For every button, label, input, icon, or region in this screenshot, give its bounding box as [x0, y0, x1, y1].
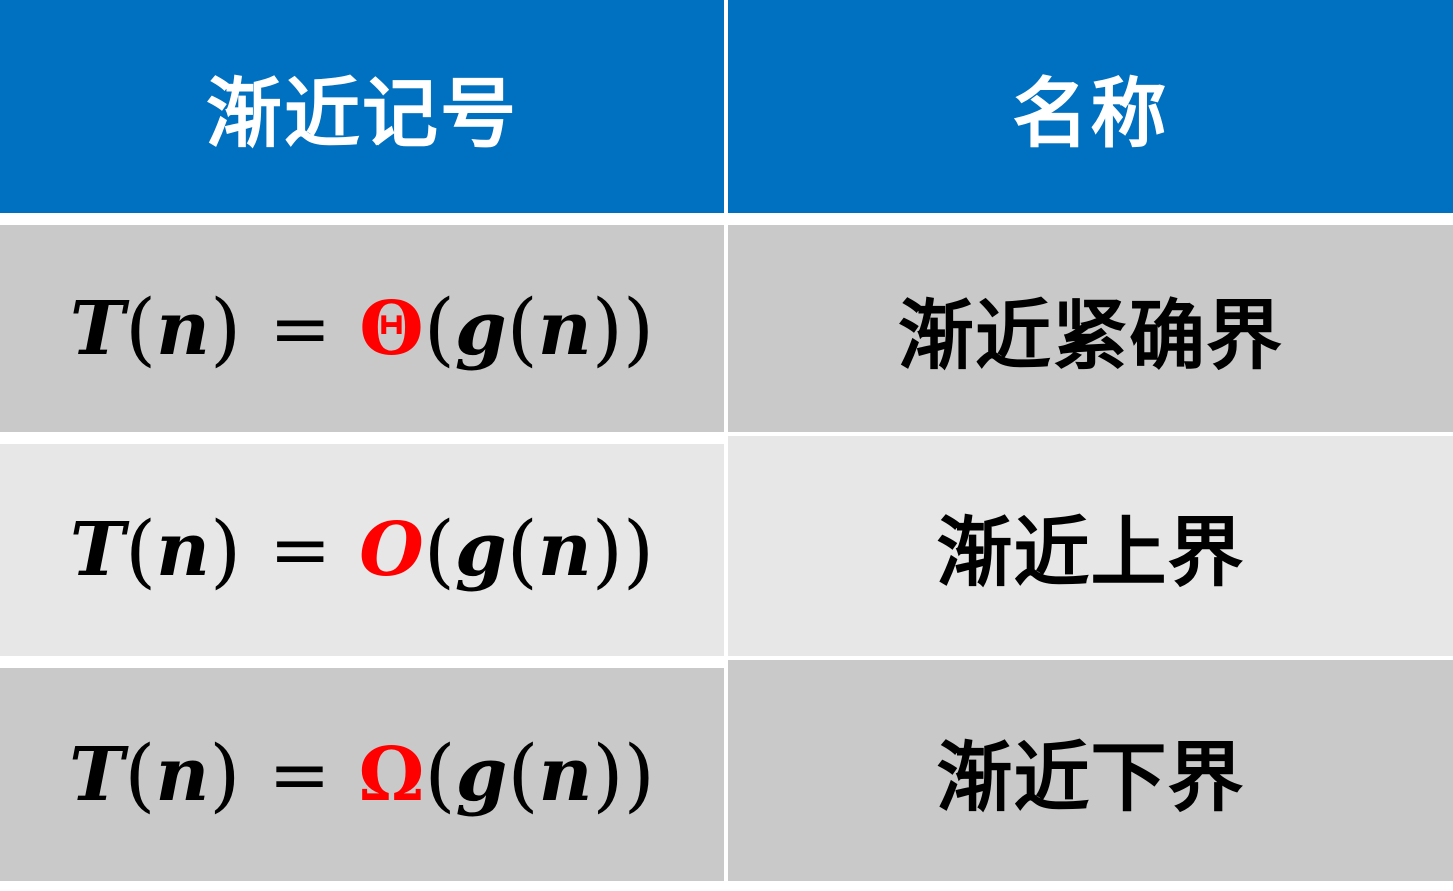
notation-name: 渐近上界: [728, 436, 1453, 656]
formula-func: g: [454, 285, 507, 372]
formula-symbol: O: [359, 507, 424, 593]
formula-omega: T(n) = Ω(g(n)): [69, 728, 655, 821]
formula-arg: n: [537, 507, 592, 593]
formula-equals: =: [268, 731, 331, 818]
formula-lhs: T: [69, 285, 125, 372]
formula-var: n: [156, 507, 210, 593]
formula-big-o: T(n) = O(g(n)): [69, 503, 655, 597]
formula-equals: =: [269, 507, 332, 593]
formula-symbol: Θ: [359, 285, 424, 372]
formula-func: g: [455, 731, 508, 818]
header-name: 名称: [728, 0, 1453, 213]
asymptotic-notation-table: 渐近记号 名称 T(n) = Θ(g(n)) 渐近紧确界 T(n) = O(g(…: [0, 0, 1453, 891]
formula-arg: n: [538, 731, 593, 818]
header-notation: 渐近记号: [0, 0, 724, 213]
formula-lhs: T: [69, 731, 125, 818]
formula-lhs: T: [69, 507, 125, 593]
formula-cell: T(n) = Ω(g(n)): [0, 668, 724, 881]
formula-arg: n: [537, 285, 592, 372]
formula-theta: T(n) = Θ(g(n)): [69, 282, 655, 375]
notation-name: 渐近紧确界: [728, 225, 1453, 432]
formula-equals: =: [269, 285, 332, 372]
formula-var: n: [156, 285, 210, 372]
formula-symbol: Ω: [358, 731, 425, 818]
notation-name: 渐近下界: [728, 660, 1453, 881]
formula-cell: T(n) = Θ(g(n)): [0, 225, 724, 432]
formula-var: n: [155, 731, 210, 818]
formula-func: g: [454, 507, 507, 593]
formula-cell: T(n) = O(g(n)): [0, 444, 724, 656]
